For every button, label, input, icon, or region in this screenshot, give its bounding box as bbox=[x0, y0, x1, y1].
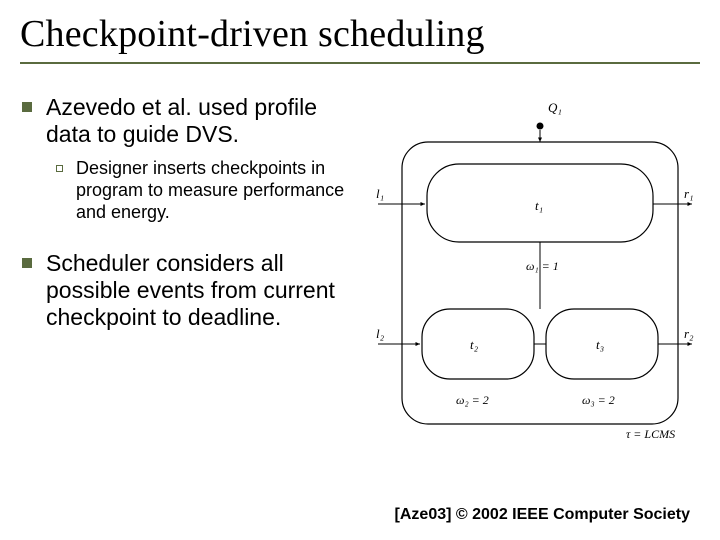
text-column: Azevedo et al. used profile data to guid… bbox=[20, 94, 370, 357]
title-underline bbox=[20, 62, 700, 64]
diagram-column: Q₁ t₁ ω₁ = 1 l₁ r₁ bbox=[370, 94, 700, 444]
bullet-text: Azevedo et al. used profile data to guid… bbox=[46, 94, 317, 147]
diagram-label-r1: r₁ bbox=[684, 186, 694, 201]
citation: [Aze03] © 2002 IEEE Computer Society bbox=[395, 506, 690, 524]
diagram-label-w1: ω₁ = 1 bbox=[526, 259, 559, 273]
sub-bullet-list: Designer inserts checkpoints in program … bbox=[54, 158, 364, 224]
diagram-label-tau: τ = LCMS bbox=[626, 427, 675, 439]
diagram-label-q1: Q₁ bbox=[548, 100, 562, 115]
bullet-text: Scheduler considers all possible events … bbox=[46, 250, 335, 330]
diagram-label-w2: ω₂ = 2 bbox=[456, 393, 489, 407]
diagram-label-t3: t₃ bbox=[596, 337, 604, 352]
slide-body: Azevedo et al. used profile data to guid… bbox=[20, 94, 700, 444]
diagram-label-l1: l₁ bbox=[376, 186, 384, 201]
bullet-item: Azevedo et al. used profile data to guid… bbox=[20, 94, 364, 224]
diagram-label-w3: ω₃ = 2 bbox=[582, 393, 615, 407]
slide-title: Checkpoint-driven scheduling bbox=[20, 12, 700, 56]
sub-bullet-text: Designer inserts checkpoints in program … bbox=[76, 158, 344, 222]
bullet-item: Scheduler considers all possible events … bbox=[20, 250, 364, 331]
slide: Checkpoint-driven scheduling Azevedo et … bbox=[0, 0, 720, 540]
bullet-list: Azevedo et al. used profile data to guid… bbox=[20, 94, 364, 331]
diagram-label-t1: t₁ bbox=[535, 198, 543, 213]
diagram-label-l2: l₂ bbox=[376, 326, 385, 341]
sub-bullet-item: Designer inserts checkpoints in program … bbox=[54, 158, 364, 224]
diagram-label-r2: r₂ bbox=[684, 326, 694, 341]
diagram-label-t2: t₂ bbox=[470, 337, 479, 352]
scheduling-diagram: Q₁ t₁ ω₁ = 1 l₁ r₁ bbox=[370, 94, 700, 439]
